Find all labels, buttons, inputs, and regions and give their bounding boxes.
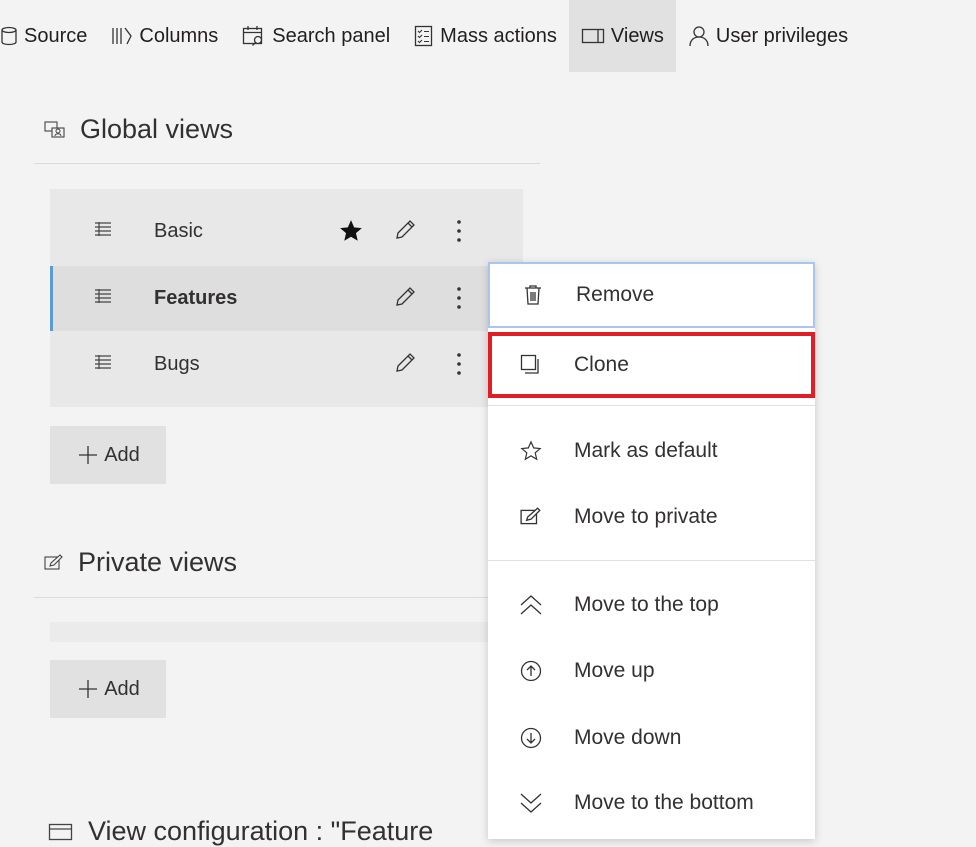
edit-icon[interactable] [393,285,417,309]
menu-item-label: Move down [574,726,682,749]
menu-item-label: Move to the bottom [574,791,754,814]
global-views-title: Global views [80,114,234,144]
toolbar: Source Columns Search panel Mass actions… [0,0,976,72]
add-label: Add [104,677,140,700]
view-row-basic[interactable]: Basic [50,199,523,264]
toolbar-columns[interactable]: Columns [99,0,230,72]
add-label: Add [104,443,140,466]
menu-item-move-up[interactable]: Move up [488,638,815,704]
menu-item-move-top[interactable]: Move to the top [488,572,815,638]
menu-separator [488,560,815,561]
menu-item-move-down[interactable]: Move down [488,705,815,771]
private-views-icon [44,553,63,570]
menu-item-label: Remove [576,283,655,306]
toolbar-user-privileges-label: User privileges [715,24,849,47]
double-chevron-down-icon [518,790,544,816]
view-label: Basic [154,220,203,242]
default-star-icon[interactable] [338,218,364,244]
view-row-features[interactable]: Features [50,266,523,331]
add-global-view-button[interactable]: Add [50,426,166,484]
global-views-icon [44,120,65,138]
plus-icon [79,680,98,698]
private-views-heading: Private views [44,547,237,578]
circle-arrow-up-icon [518,658,544,684]
private-views-title: Private views [78,547,238,577]
edit-icon[interactable] [393,218,417,242]
plus-icon [79,446,98,464]
toolbar-mass-actions-label: Mass actions [440,24,557,47]
global-views-divider [34,163,540,164]
grid-view-icon [95,289,111,303]
menu-item-label: Mark as default [574,439,718,462]
user-icon [689,26,709,47]
toolbar-views-label: Views [610,24,664,47]
menu-item-label: Move up [574,659,655,682]
circle-arrow-down-icon [518,725,544,751]
menu-item-mark-default[interactable]: Mark as default [488,418,815,484]
trash-icon [520,282,546,308]
more-options-icon[interactable] [455,285,463,311]
toolbar-search-panel-label: Search panel [272,24,391,47]
view-label: Bugs [154,353,200,375]
private-views-list [50,622,523,642]
menu-item-move-private[interactable]: Move to private [488,484,815,550]
toolbar-source[interactable]: Source [0,0,99,72]
toolbar-views[interactable]: Views [568,0,676,72]
double-chevron-up-icon [518,592,544,618]
star-outline-icon [518,438,544,464]
toolbar-source-label: Source [24,24,88,47]
view-row-bugs[interactable]: Bugs [50,332,523,397]
grid-view-icon [95,222,111,236]
grid-view-icon [95,355,111,369]
search-panel-icon [243,26,263,46]
private-views-divider [34,597,540,598]
menu-item-label: Clone [574,353,629,376]
add-private-view-button[interactable]: Add [50,660,166,718]
menu-item-label: Move to the top [574,593,719,616]
more-options-icon[interactable] [455,351,463,377]
mass-actions-icon [415,25,433,47]
view-configuration-title: View configuration : "Feature [88,816,434,846]
toolbar-mass-actions[interactable]: Mass actions [402,0,569,72]
columns-icon [112,27,133,45]
menu-item-label: Move to private [574,505,718,528]
view-configuration-heading: View configuration : "Feature [48,816,433,847]
view-label: Features [154,287,238,309]
menu-item-remove[interactable]: Remove [488,262,815,328]
context-menu: Remove Clone Mark as default Move to pri… [488,262,815,839]
menu-separator [488,405,815,406]
clone-icon [518,352,544,378]
global-views-list: Basic Features Bugs [50,189,523,407]
menu-item-move-bottom[interactable]: Move to the bottom [488,770,815,836]
database-icon [1,26,17,46]
toolbar-user-privileges[interactable]: User privileges [676,0,860,72]
move-private-icon [518,504,544,530]
more-options-icon[interactable] [455,218,463,244]
menu-item-clone[interactable]: Clone [488,332,815,398]
global-views-heading: Global views [44,114,233,145]
toolbar-search-panel[interactable]: Search panel [230,0,402,72]
edit-icon[interactable] [393,351,417,375]
toolbar-columns-label: Columns [139,24,219,47]
views-icon [581,28,605,44]
